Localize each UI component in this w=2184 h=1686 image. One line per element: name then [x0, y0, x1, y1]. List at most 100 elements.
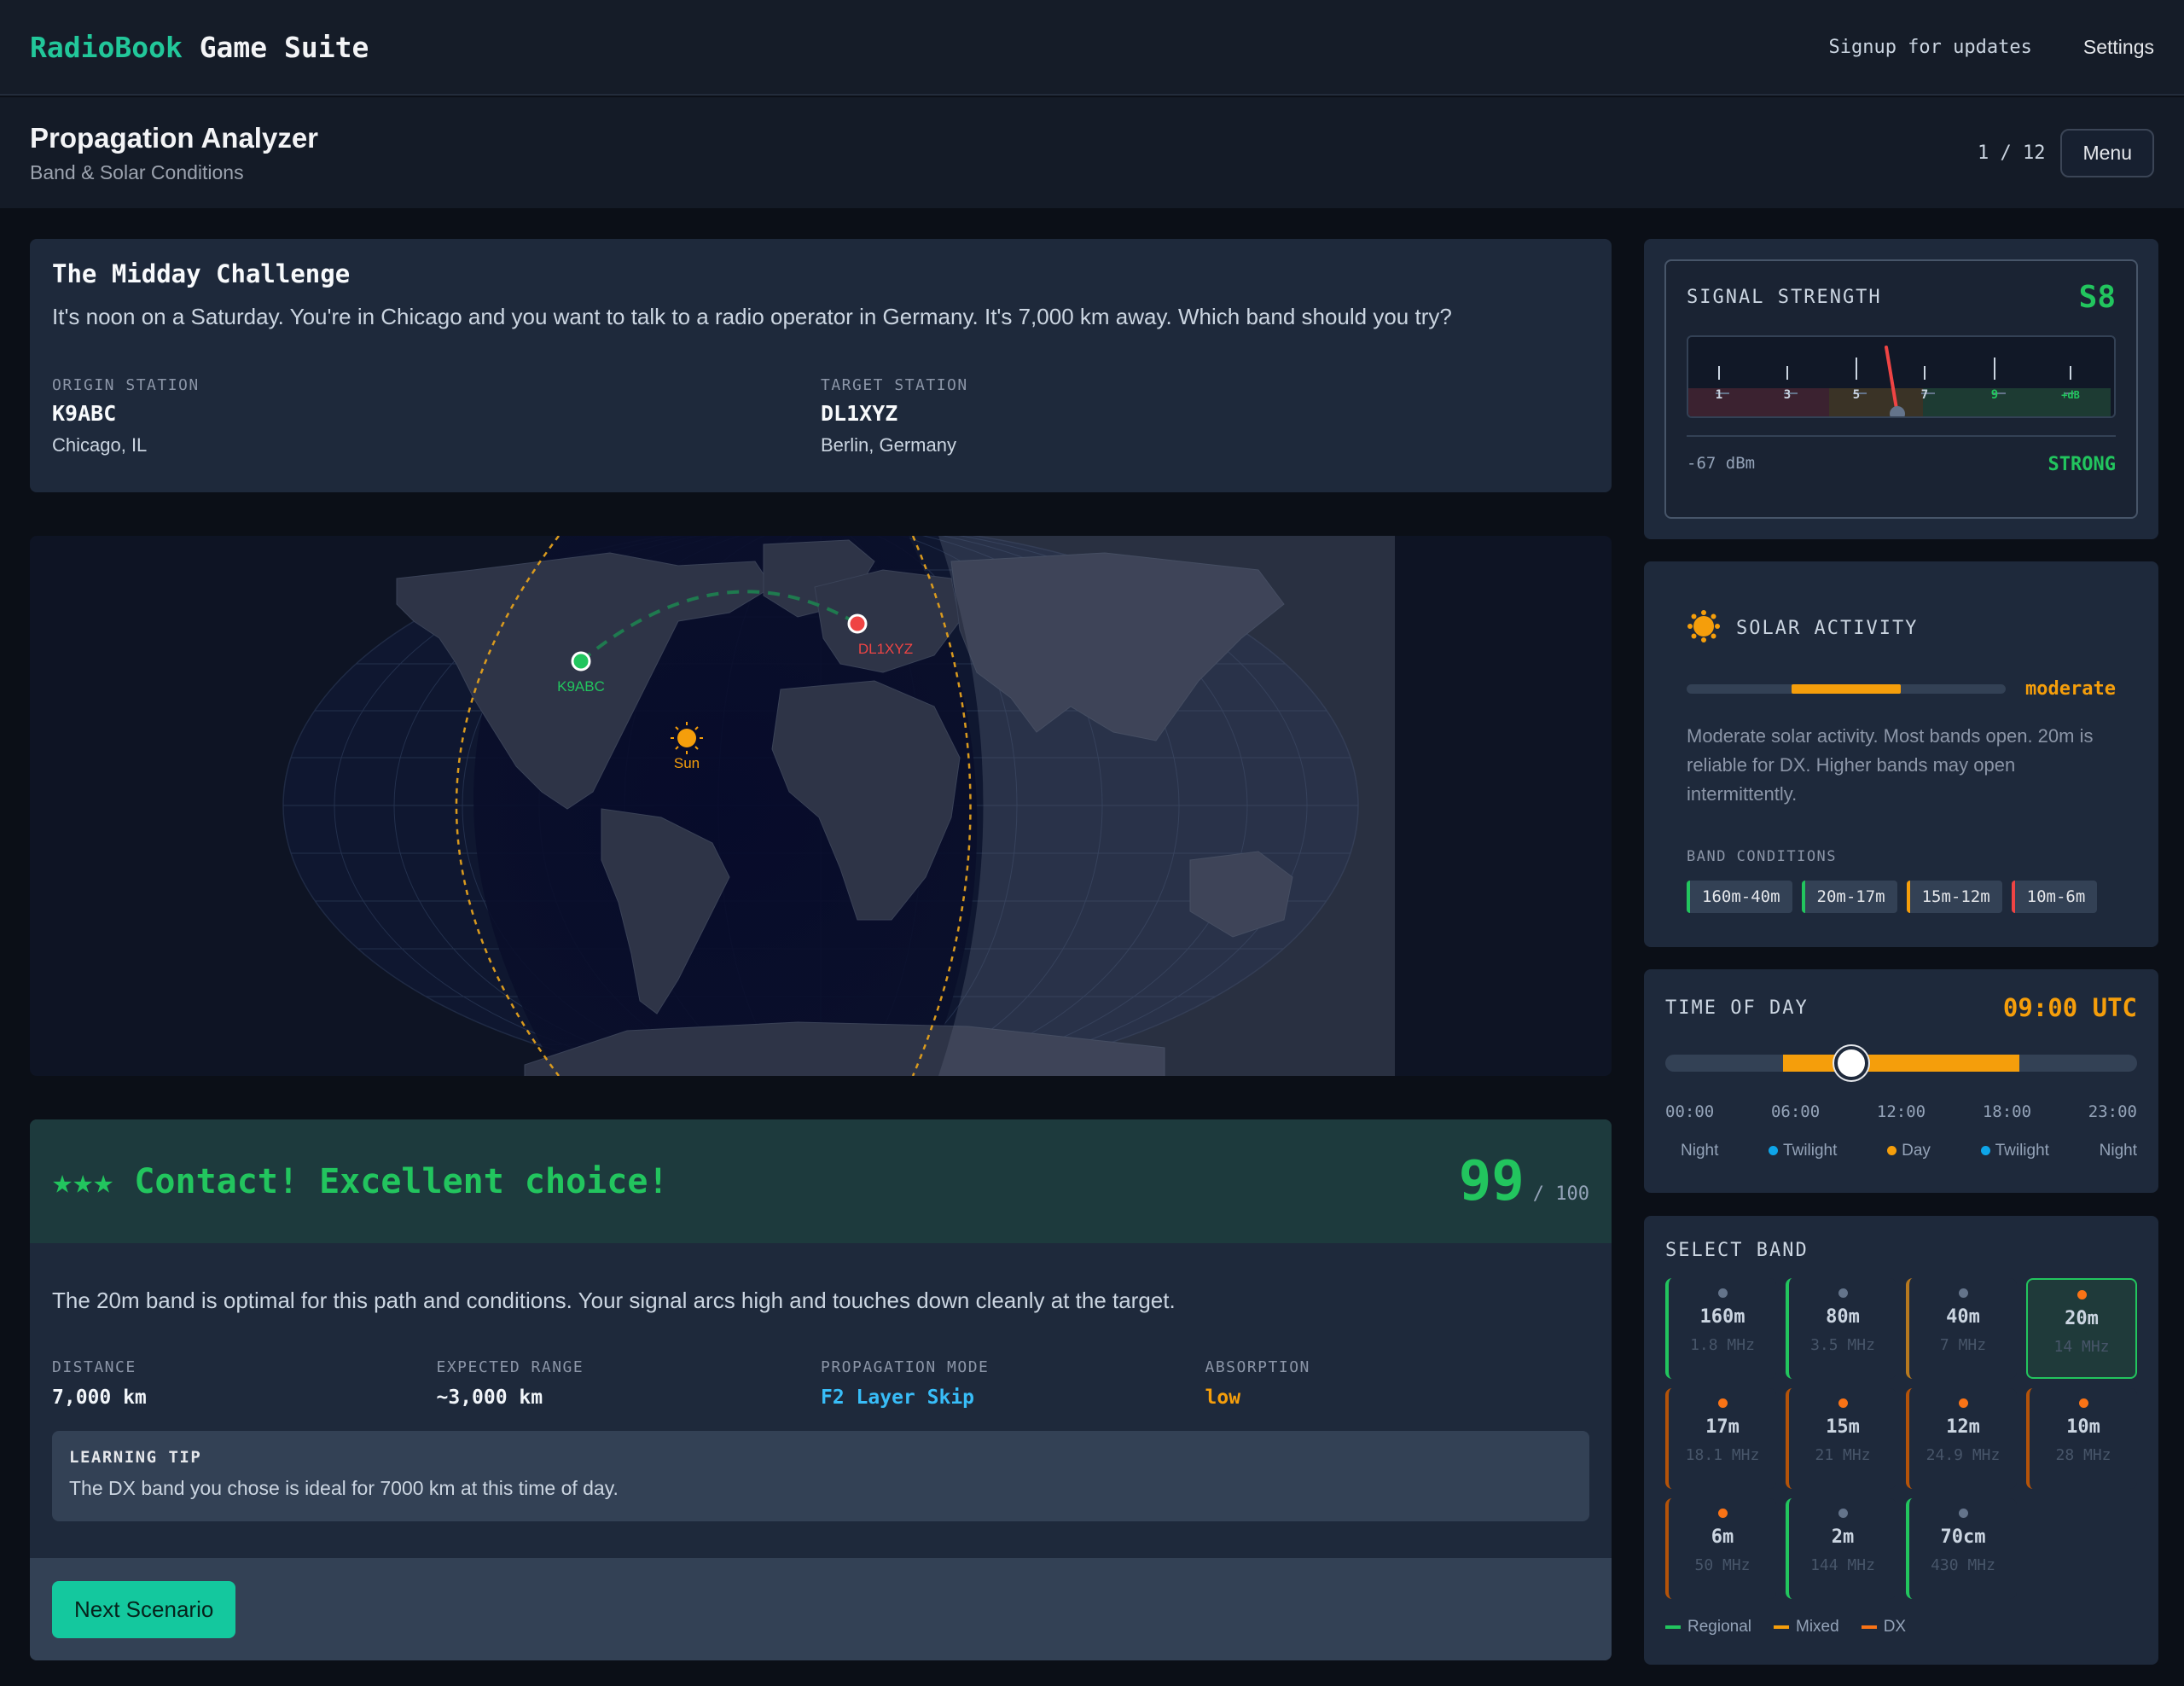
solar-level: moderate: [2025, 678, 2116, 700]
score-max: / 100: [1532, 1183, 1589, 1205]
origin-callsign: K9ABC: [52, 401, 117, 426]
band-frequency: 18.1 MHz: [1685, 1446, 1760, 1464]
stars-rating: ★★★: [52, 1161, 114, 1201]
period-label: Day: [1902, 1142, 1931, 1160]
band-frequency: 430 MHz: [1931, 1556, 1995, 1574]
time-of-day-panel: TIME OF DAY 09:00 UTC 00:00 06:00 12:00 …: [1644, 969, 2158, 1193]
target-callsign: DL1XYZ: [821, 401, 898, 426]
signup-link[interactable]: Signup for updates: [1828, 37, 2031, 58]
band-condition-chip: 10m-6m: [2011, 881, 2098, 913]
time-of-day-label: TIME OF DAY: [1665, 997, 1809, 1019]
band-button-160m[interactable]: 160m 1.8 MHz: [1665, 1278, 1776, 1379]
menu-button[interactable]: Menu: [2060, 128, 2154, 177]
settings-link[interactable]: Settings: [2083, 36, 2154, 59]
band-button-70cm[interactable]: 70cm 430 MHz: [1906, 1498, 2017, 1599]
page-header: Propagation Analyzer Band & Solar Condit…: [0, 97, 2184, 208]
stat-value: 7,000 km: [52, 1387, 147, 1409]
day-region: [938, 536, 1395, 1076]
time-slider[interactable]: [1665, 1046, 2137, 1080]
meter-label-7: 7: [1921, 388, 1928, 402]
meter-ticks: [1718, 358, 2071, 380]
legend-swatch: [1665, 1625, 1681, 1629]
band-condition-chip: 15m-12m: [1906, 881, 2002, 913]
daylight-band: [1783, 1055, 2019, 1072]
origin-marker-label: K9ABC: [557, 678, 605, 695]
band-name: 10m: [2066, 1416, 2100, 1438]
meter-label-3: 3: [1784, 388, 1791, 402]
band-name: 2m: [1831, 1526, 1855, 1548]
scenario-pager: 1 / 12: [1977, 142, 2046, 164]
band-name: 70cm: [1940, 1526, 1986, 1548]
band-name: 80m: [1826, 1306, 1860, 1328]
world-map[interactable]: K9ABC DL1XYZ Sun: [30, 536, 1612, 1076]
band-button-10m[interactable]: 10m 28 MHz: [2026, 1388, 2137, 1489]
time-of-day-value: 09:00 UTC: [2002, 993, 2137, 1022]
band-indicator: [1838, 1509, 1848, 1518]
time-tick: 23:00: [2088, 1102, 2137, 1121]
band-indicator: [1717, 1509, 1728, 1518]
meter-zone-strong: [1923, 388, 2111, 416]
target-marker[interactable]: [847, 613, 868, 634]
time-tick: 12:00: [1876, 1102, 1926, 1121]
band-button-12m[interactable]: 12m 24.9 MHz: [1906, 1388, 2017, 1489]
origin-location: Chicago, IL: [52, 434, 148, 456]
target-station: TARGET STATION DL1XYZ Berlin, Germany: [821, 376, 1589, 456]
stat-value: ~3,000 km: [436, 1387, 543, 1409]
tip-title: LEARNING TIP: [69, 1448, 202, 1467]
band-indicator: [1958, 1509, 1968, 1518]
period-label: Night: [1681, 1142, 1719, 1160]
time-tick: 00:00: [1665, 1102, 1715, 1121]
result-message: Contact! Excellent choice!: [134, 1161, 669, 1201]
band-button-17m[interactable]: 17m 18.1 MHz: [1665, 1388, 1776, 1489]
band-indicator: [2077, 1290, 2087, 1299]
meter-label-1: 1: [1716, 388, 1722, 402]
band-condition-chip: 20m-17m: [1801, 881, 1897, 913]
legend-regional: Regional: [1665, 1618, 1751, 1637]
tip-text: The DX band you chose is ideal for 7000 …: [69, 1477, 619, 1499]
band-button-6m[interactable]: 6m 50 MHz: [1665, 1498, 1776, 1599]
band-frequency: 1.8 MHz: [1690, 1336, 1755, 1354]
period-label: Night: [2099, 1142, 2137, 1160]
band-frequency: 14 MHz: [2053, 1338, 2110, 1356]
signal-dbm: -67 dBm: [1687, 454, 1756, 473]
legend-label: Regional: [1687, 1618, 1751, 1636]
band-button-20m[interactable]: 20m 14 MHz: [2026, 1278, 2137, 1379]
band-frequency: 144 MHz: [1810, 1556, 1875, 1574]
period-label: Twilight: [1783, 1142, 1838, 1160]
band-frequency: 50 MHz: [1694, 1556, 1751, 1574]
brand-logo[interactable]: RadioBook Game Suite: [30, 31, 369, 64]
band-name: 17m: [1705, 1416, 1740, 1438]
s-meter: 1 3 5 7 9 +dB: [1687, 335, 2116, 418]
band-button-2m[interactable]: 2m 144 MHz: [1786, 1498, 1896, 1599]
result-header: ★★★ Contact! Excellent choice! 99 / 100: [30, 1119, 1612, 1243]
stat-distance: DISTANCE 7,000 km: [52, 1358, 437, 1409]
time-slider-thumb[interactable]: [1834, 1046, 1869, 1080]
band-button-40m[interactable]: 40m 7 MHz: [1906, 1278, 2017, 1379]
band-indicator: [1838, 1288, 1848, 1298]
solar-level-fill: [1792, 684, 1901, 694]
time-tick: 18:00: [1982, 1102, 2032, 1121]
band-name: 160m: [1699, 1306, 1745, 1328]
band-conditions: 160m-40m 20m-17m 15m-12m 10m-6m: [1687, 881, 2116, 913]
band-button-15m[interactable]: 15m 21 MHz: [1786, 1388, 1896, 1489]
band-name: 6m: [1711, 1526, 1734, 1548]
band-frequency: 7 MHz: [1939, 1336, 1987, 1354]
twilight-dot: [1980, 1146, 1990, 1155]
meter-label-5: 5: [1853, 388, 1860, 402]
band-button-80m[interactable]: 80m 3.5 MHz: [1786, 1278, 1896, 1379]
signal-label: SIGNAL STRENGTH: [1687, 287, 1882, 308]
select-band-panel: SELECT BAND 160m 1.8 MHz 80m 3.5 MHz 40m…: [1644, 1216, 2158, 1665]
meter-zone-mid: [1829, 388, 1923, 416]
top-nav: RadioBook Game Suite Signup for updates …: [0, 0, 2184, 96]
band-name: 15m: [1826, 1416, 1860, 1438]
next-scenario-button[interactable]: Next Scenario: [52, 1580, 236, 1638]
solar-label: SOLAR ACTIVITY: [1736, 618, 1919, 639]
band-frequency: 28 MHz: [2055, 1446, 2111, 1464]
band-frequency: 3.5 MHz: [1810, 1336, 1875, 1354]
meter-label-9: 9: [1991, 388, 1998, 402]
result-stats: DISTANCE 7,000 km EXPECTED RANGE ~3,000 …: [52, 1358, 1589, 1409]
solar-icon: [1687, 609, 1721, 648]
origin-marker[interactable]: [571, 651, 591, 671]
brand-suffix: Game Suite: [199, 30, 369, 64]
stat-label: PROPAGATION MODE: [821, 1358, 990, 1376]
